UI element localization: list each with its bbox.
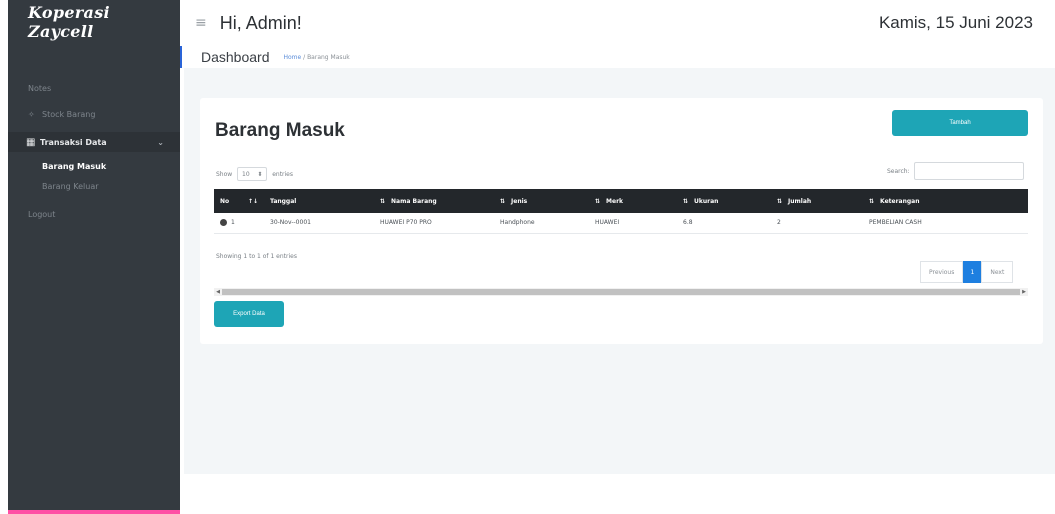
column-header-jenis[interactable]: ⇅ Jenis: [494, 189, 589, 213]
column-header-tanggal[interactable]: Tanggal: [264, 189, 374, 213]
pagination-next[interactable]: Next: [981, 261, 1014, 283]
cell-no: 1: [214, 213, 264, 233]
cell-jumlah: 2: [777, 219, 781, 227]
entries-label: entries: [272, 170, 294, 178]
search-label: Search:: [887, 167, 910, 175]
table-header-row: No ↑↓ Tanggal ⇅ Nama Barang ⇅ Jenis ⇅ Merk ⇅…: [214, 189, 1028, 213]
breadcrumb-bar: Dashboard Home / Barang Masuk: [180, 46, 1055, 68]
breadcrumb: Home / Barang Masuk: [284, 54, 350, 61]
card-title: Barang Masuk: [215, 120, 345, 141]
topbar: ≡ Hi, Admin! Kamis, 15 Juni 2023: [180, 0, 1055, 46]
scroll-left-icon[interactable]: ◀: [214, 289, 222, 295]
scrollbar-thumb[interactable]: [222, 289, 1020, 295]
sidebar-item-label: Logout: [28, 209, 56, 219]
star-icon: ✧: [28, 109, 35, 119]
column-header-nama-barang[interactable]: ⇅ Nama Barang: [374, 189, 494, 213]
cell-ukuran: 6.8: [683, 219, 693, 227]
pagination-previous[interactable]: Previous: [920, 261, 964, 283]
cell-keterangan: PEMBELIAN CASH: [869, 219, 922, 227]
column-header-merk[interactable]: ⇅ Merk: [589, 189, 677, 213]
page-title: Dashboard: [201, 49, 270, 65]
sort-icon: ⇅: [500, 197, 506, 205]
sidebar-item-notes[interactable]: Notes: [8, 78, 180, 98]
scroll-right-icon[interactable]: ▶: [1020, 289, 1028, 295]
sidebar-item-barang-keluar[interactable]: Barang Keluar: [8, 176, 180, 196]
sidebar-item-label: Stock Barang: [42, 109, 96, 119]
cell-merk: HUAWEI: [595, 219, 620, 227]
search-control: Search:: [887, 162, 1024, 180]
chevron-down-icon: ⌄: [157, 137, 164, 147]
cell-nama-barang: HUAWEI P70 PRO: [380, 219, 432, 227]
sidebar-item-stock-barang[interactable]: ✧ Stock Barang: [8, 104, 180, 124]
show-label: Show: [216, 170, 233, 178]
breadcrumb-home-link[interactable]: Home: [284, 54, 302, 61]
table-info: Showing 1 to 1 of 1 entries: [216, 253, 297, 260]
cell-jenis: Handphone: [500, 219, 535, 227]
barang-masuk-card: Barang Masuk Tambah Show 10 ⬍ entries Se…: [200, 98, 1043, 344]
sidebar-item-label: Notes: [28, 83, 52, 93]
sidebar-item-logout[interactable]: Logout: [8, 204, 180, 224]
expand-row-icon[interactable]: [220, 219, 227, 227]
column-header-no[interactable]: No ↑↓: [214, 189, 264, 213]
main-content: Barang Masuk Tambah Show 10 ⬍ entries Se…: [184, 68, 1055, 474]
sidebar: Koperasi Zaycell Notes ✧ Stock Barang ▦ …: [8, 0, 180, 514]
sort-icon: ⇅: [777, 197, 783, 205]
bottom-accent-bar: [8, 510, 180, 514]
table-row: 1 30-Nov--0001 HUAWEI P70 PRO Handphone …: [214, 213, 1028, 233]
sort-icon: ↑↓: [247, 197, 258, 205]
entries-select-value: 10: [242, 170, 250, 178]
column-header-ukuran[interactable]: ⇅ Ukuran: [677, 189, 771, 213]
select-arrow-icon: ⬍: [257, 170, 263, 178]
export-data-button[interactable]: Export Data: [214, 301, 284, 327]
menu-icon[interactable]: ≡: [195, 15, 207, 31]
sort-icon: ⇅: [869, 197, 875, 205]
horizontal-scrollbar[interactable]: ◀ ▶: [214, 288, 1028, 296]
column-header-keterangan[interactable]: ⇅ Keterangan: [863, 189, 1028, 213]
data-table: No ↑↓ Tanggal ⇅ Nama Barang ⇅ Jenis ⇅ Merk ⇅…: [214, 189, 1028, 234]
sidebar-item-barang-masuk[interactable]: Barang Masuk: [8, 156, 180, 176]
greeting: Hi, Admin!: [219, 12, 302, 33]
entries-length-control: Show 10 ⬍ entries: [216, 167, 293, 181]
cell-tanggal: 30-Nov--0001: [270, 219, 311, 227]
sidebar-item-label: Barang Masuk: [42, 161, 107, 171]
sort-icon: ⇅: [683, 197, 689, 205]
sidebar-item-label: Transaksi Data: [40, 137, 107, 147]
search-input[interactable]: [913, 162, 1024, 180]
breadcrumb-current: Barang Masuk: [307, 53, 350, 61]
sort-icon: ⇅: [380, 197, 386, 205]
column-header-jumlah[interactable]: ⇅ Jumlah: [771, 189, 863, 213]
table-icon: ▦: [26, 136, 36, 148]
entries-select[interactable]: 10 ⬍: [237, 167, 268, 181]
pagination: Previous 1 Next: [920, 261, 1014, 283]
app-root: Koperasi Zaycell Notes ✧ Stock Barang ▦ …: [0, 0, 1055, 514]
pagination-page-1[interactable]: 1: [963, 261, 982, 283]
current-date: Kamis, 15 Juni 2023: [878, 13, 1033, 32]
brand-logo[interactable]: Koperasi Zaycell: [8, 0, 180, 44]
sidebar-item-label: Barang Keluar: [42, 181, 99, 191]
add-button[interactable]: Tambah: [892, 110, 1028, 136]
sort-icon: ⇅: [595, 197, 601, 205]
sidebar-item-transaksi-data[interactable]: ▦ Transaksi Data ⌄: [8, 132, 180, 152]
